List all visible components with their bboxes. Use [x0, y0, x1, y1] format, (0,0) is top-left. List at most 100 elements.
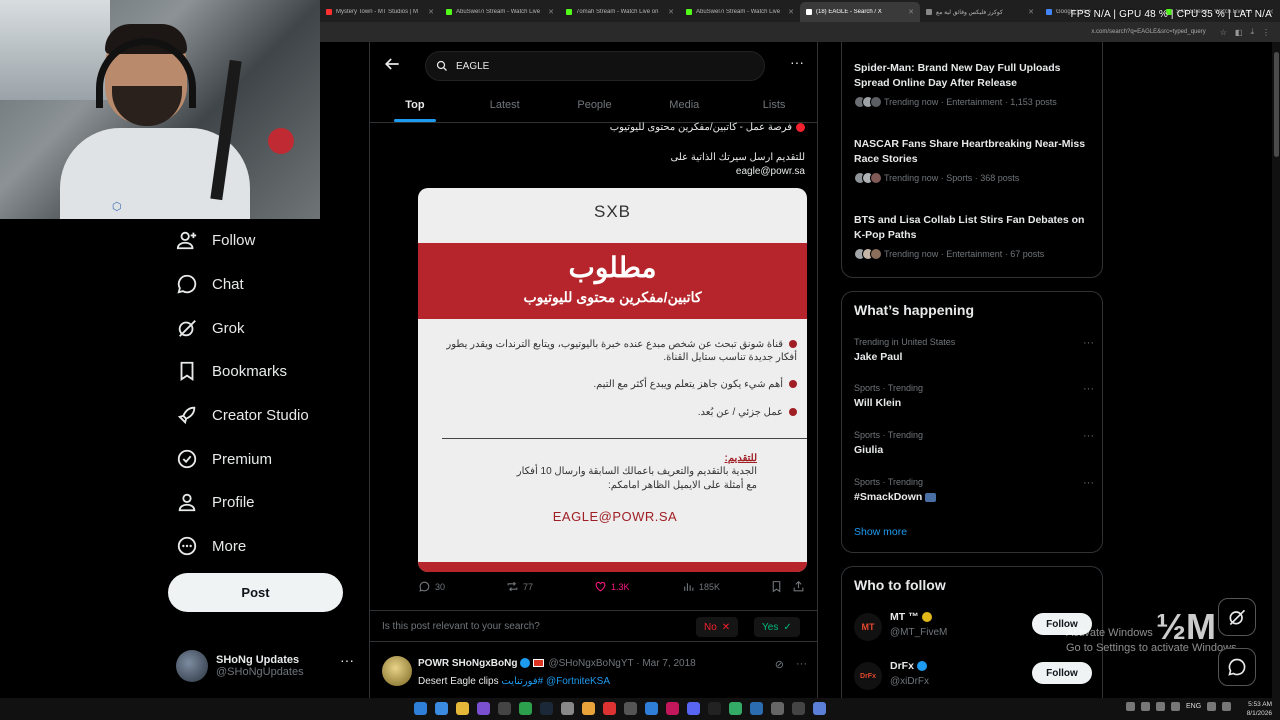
- browser-tab[interactable]: AbuSwel7i Stream - Watch Live ✕: [680, 2, 800, 22]
- app-icon[interactable]: [792, 702, 805, 715]
- browser-tab-active[interactable]: (18) EAGLE - Search / X ✕: [800, 2, 920, 22]
- show-more-link[interactable]: Show more: [854, 526, 907, 538]
- tray-icon[interactable]: [1156, 702, 1165, 711]
- tray-icon[interactable]: [1171, 702, 1180, 711]
- more-dots-icon[interactable]: ···: [1083, 337, 1094, 349]
- search-box[interactable]: [425, 51, 765, 81]
- address-bar[interactable]: x.com/search?q=EAGLE&src=typed_query ☆ ◧…: [320, 22, 1280, 42]
- avatar[interactable]: [382, 656, 412, 686]
- app-icon[interactable]: [813, 702, 826, 715]
- share-icon[interactable]: [792, 580, 805, 593]
- reply-button[interactable]: 30: [418, 580, 445, 593]
- nav-follow[interactable]: Follow: [176, 225, 255, 255]
- steam-icon[interactable]: [540, 702, 553, 715]
- app-icon[interactable]: [498, 702, 511, 715]
- volume-icon[interactable]: [1222, 702, 1232, 711]
- tray-icon[interactable]: [1141, 702, 1150, 711]
- grok-icon[interactable]: ⊘: [775, 658, 784, 671]
- nav-profile[interactable]: Profile: [176, 487, 255, 517]
- trend-item[interactable]: Sports · Trending Giulia ···: [854, 430, 1094, 456]
- more-dots-icon[interactable]: ···: [1083, 430, 1094, 442]
- taskbar-clock[interactable]: 5:53 AM 8/1/2026: [1234, 700, 1272, 718]
- app-icon[interactable]: [561, 702, 574, 715]
- app-icon[interactable]: [771, 702, 784, 715]
- not-relevant-button[interactable]: No ✕: [696, 617, 739, 637]
- nav-more[interactable]: More: [176, 531, 246, 561]
- nav-bookmarks[interactable]: Bookmarks: [176, 356, 287, 386]
- trend-item[interactable]: Trending in United States Jake Paul ···: [854, 337, 1094, 363]
- scrollbar-thumb[interactable]: [1274, 52, 1279, 157]
- app-icon[interactable]: [666, 702, 679, 715]
- tab-people[interactable]: People: [550, 87, 640, 122]
- tweet-date[interactable]: Mar 7, 2018: [642, 658, 695, 669]
- news-item[interactable]: Spider-Man: Brand New Day Full Uploads S…: [854, 61, 1094, 108]
- browser-tab[interactable]: Mystery Town - MT Studios | M ✕: [320, 2, 440, 22]
- close-icon[interactable]: ✕: [548, 8, 554, 16]
- close-icon[interactable]: ✕: [668, 8, 674, 16]
- language-indicator[interactable]: ENG: [1186, 703, 1201, 710]
- tweet-author-name[interactable]: POWR SHoNgxBoNg: [418, 658, 517, 669]
- news-item[interactable]: BTS and Lisa Collab List Stirs Fan Debat…: [854, 213, 1094, 260]
- news-item[interactable]: NASCAR Fans Share Heartbreaking Near-Mis…: [854, 137, 1094, 184]
- app-icon[interactable]: [708, 702, 721, 715]
- opera-icon[interactable]: [603, 702, 616, 715]
- close-icon[interactable]: ✕: [1028, 8, 1034, 16]
- edge-icon[interactable]: [435, 702, 448, 715]
- app-icon[interactable]: [729, 702, 742, 715]
- app-icon[interactable]: [750, 702, 763, 715]
- chrome-icon[interactable]: [582, 702, 595, 715]
- relevant-button[interactable]: Yes ✓: [754, 617, 800, 637]
- tab-top[interactable]: Top: [370, 87, 460, 122]
- like-button[interactable]: 1.3K: [594, 580, 630, 593]
- trend-item[interactable]: Sports · Trending Will Klein ···: [854, 383, 1094, 409]
- mention-link[interactable]: @FortniteKSA: [546, 676, 610, 687]
- app-icon[interactable]: [519, 702, 532, 715]
- tweet-image[interactable]: SXB مطلوب كاتبين/مفكرين محتوى لليوتيوب ق…: [418, 188, 807, 572]
- close-icon[interactable]: ✕: [788, 8, 794, 16]
- more-dots-icon[interactable]: ···: [790, 54, 804, 70]
- star-icon[interactable]: ☆: [1220, 28, 1227, 37]
- more-dots-icon[interactable]: ···: [1083, 383, 1094, 395]
- back-arrow-icon[interactable]: [382, 54, 402, 74]
- messages-fab[interactable]: [1218, 648, 1256, 686]
- repost-button[interactable]: 77: [506, 580, 533, 593]
- more-dots-icon[interactable]: ···: [1083, 477, 1094, 489]
- nav-premium[interactable]: Premium: [176, 444, 272, 474]
- grok-fab[interactable]: [1218, 598, 1256, 636]
- bookmark-icon[interactable]: [770, 580, 783, 593]
- tab-media[interactable]: Media: [639, 87, 729, 122]
- tweet-email-link[interactable]: eagle@powr.sa: [736, 166, 805, 177]
- nav-grok[interactable]: Grok: [176, 313, 245, 343]
- nav-creator-studio[interactable]: Creator Studio: [176, 400, 309, 430]
- start-icon[interactable]: [414, 702, 427, 715]
- app-icon[interactable]: [477, 702, 490, 715]
- app-icon[interactable]: [624, 702, 637, 715]
- browser-tab[interactable]: AbuSwel7i Stream - Watch Live ✕: [440, 2, 560, 22]
- extensions-icon[interactable]: ◧: [1235, 28, 1243, 37]
- nav-chat[interactable]: Chat: [176, 269, 244, 299]
- more-dots-icon[interactable]: ···: [796, 658, 807, 671]
- browser-tab[interactable]: كوكرز فليكس وقائق لية مع ✕: [920, 2, 1040, 22]
- menu-icon[interactable]: ⋮: [1262, 28, 1270, 37]
- search-input[interactable]: [456, 60, 736, 72]
- post-button[interactable]: Post: [168, 573, 343, 612]
- account-switcher[interactable]: SHoNg Updates @SHoNgUpdates: [176, 646, 356, 686]
- views-button[interactable]: 185K: [682, 580, 720, 593]
- url-text[interactable]: x.com/search?q=EAGLE&src=typed_query: [1091, 29, 1205, 35]
- file-explorer-icon[interactable]: [456, 702, 469, 715]
- follow-suggestion[interactable]: MT MT ™ @MT_FiveM Follow: [854, 609, 1094, 645]
- discord-icon[interactable]: [687, 702, 700, 715]
- wifi-icon[interactable]: [1207, 702, 1217, 711]
- tray-icon[interactable]: [1126, 702, 1135, 711]
- download-icon[interactable]: ⤓: [1250, 27, 1254, 37]
- app-icon[interactable]: [645, 702, 658, 715]
- tab-latest[interactable]: Latest: [460, 87, 550, 122]
- browser-tab[interactable]: 7omah Stream - Watch Live on ✕: [560, 2, 680, 22]
- close-icon[interactable]: ✕: [428, 8, 434, 16]
- follow-button[interactable]: Follow: [1032, 662, 1092, 684]
- follow-suggestion[interactable]: DrFx DrFx @xiDrFx Follow: [854, 658, 1094, 694]
- more-dots-icon[interactable]: ···: [340, 652, 354, 668]
- tab-lists[interactable]: Lists: [729, 87, 817, 122]
- close-icon[interactable]: ✕: [908, 8, 914, 16]
- hashtag-link[interactable]: فورتنايت#: [501, 676, 543, 687]
